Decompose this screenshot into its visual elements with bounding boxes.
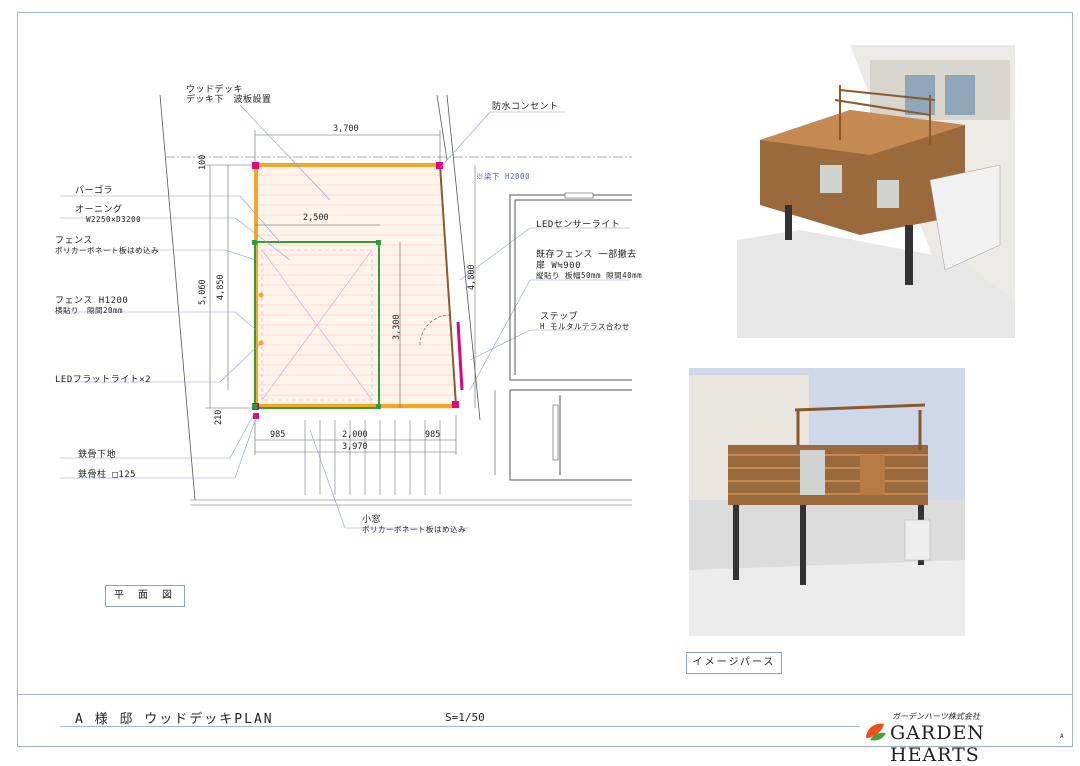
dim-depth-left2: 4,850 (216, 274, 226, 300)
dim-bottom-total: 3,970 (342, 442, 368, 452)
revision-mark: A (1060, 733, 1064, 740)
label-fence: フェンス (55, 236, 93, 246)
dim-bottom-right: 985 (425, 430, 441, 440)
dim-width-top: 3,700 (333, 124, 359, 134)
label-fence-h-sub: 横貼り 隙間20mm (55, 306, 124, 315)
label-led-flat: LEDフラットライト×2 (55, 375, 152, 385)
pergola-post-2 (376, 240, 381, 245)
label-waterproof-outlet: 防水コンセント (492, 102, 559, 112)
label-gate: 扉 W≒900 (536, 261, 582, 271)
label-step: ステップ (540, 312, 579, 322)
label-steel-base: 鉄骨下地 (78, 450, 117, 460)
label-step-sub: H モルタルテラス合わせ (540, 322, 630, 331)
led-flat-1 (258, 292, 264, 298)
site-boundary-left (159, 94, 196, 501)
label-awning-size: W2250×D3200 (86, 215, 142, 224)
company-name: ガーデンハーツ株式会社 (892, 712, 980, 721)
perspective-top (737, 45, 1015, 338)
label-led-sensor: LEDセンサーライト (536, 220, 621, 230)
dim-width-inner: 2,500 (303, 213, 329, 223)
label-small-window-sub: ポリカーボネート板はめ込み (362, 525, 466, 534)
label-beam-note: ※梁下 H2000 (476, 172, 531, 181)
site-boundary-right (436, 94, 448, 161)
pergola-post-1 (252, 240, 257, 245)
dim-top-100: 100 (198, 154, 208, 170)
label-wood-deck: ウッドデッキ (186, 85, 244, 95)
label-wood-deck-sub: デッキ下 波板設置 (186, 95, 272, 105)
dim-bottom-mid: 2,000 (342, 430, 368, 440)
step-edge (456, 321, 464, 391)
dim-depth-right: 4,800 (467, 264, 477, 290)
plan-title: 平 面 図 (105, 585, 185, 607)
scale-underline (440, 726, 860, 727)
label-existing-fence-sub: 縦貼り 板幅50mm 隙間40mm (536, 271, 643, 280)
label-existing-fence: 既存フェンス 一部撤去 (536, 250, 637, 260)
brand-name: GARDEN HEARTS (890, 722, 985, 766)
dim-bot-210: 210 (214, 409, 224, 425)
label-awning: オーニング (75, 205, 123, 215)
label-fence-sub: ポリカーボネート板はめ込み (55, 246, 159, 255)
pergola-post-4 (376, 404, 381, 409)
dim-bottom-left: 985 (270, 430, 286, 440)
post-tl (252, 162, 259, 169)
dim-depth-mid: 3,300 (392, 314, 402, 340)
plan-drawing (60, 45, 1015, 636)
perspective-title: イメージパース (686, 652, 782, 674)
stair-lines (304, 420, 441, 495)
house-window-1 (564, 192, 594, 199)
drawing-scale: S=1/50 (445, 711, 485, 724)
post-br (452, 401, 459, 408)
dim-depth-left: 5,060 (198, 279, 208, 305)
deck-area (254, 164, 457, 409)
drawing-title: A 様 邸 ウッドデッキPLAN (75, 712, 274, 727)
house-window-2 (552, 404, 559, 461)
house-walls (509, 194, 632, 481)
title-underline (60, 726, 440, 727)
label-fence-h: フェンス H1200 (55, 296, 129, 306)
perspective-bottom (689, 368, 965, 636)
label-steel-post: 鉄骨柱 □125 (78, 470, 137, 480)
label-pergola: パーゴラ (75, 186, 114, 196)
label-small-window: 小窓 (362, 515, 382, 525)
